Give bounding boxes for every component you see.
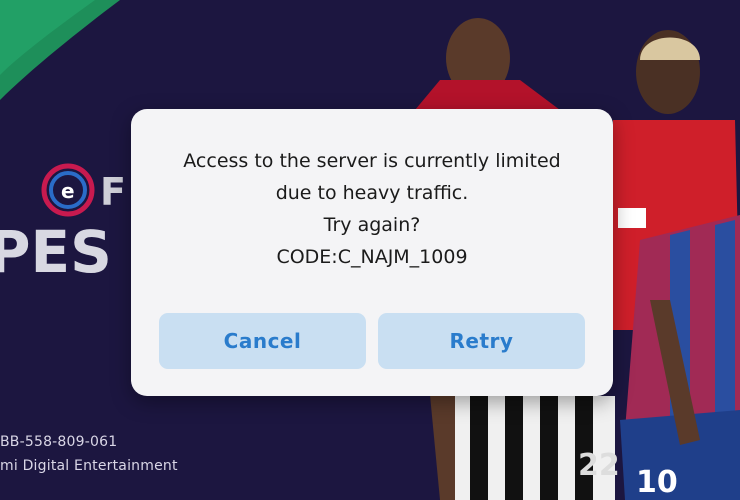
svg-text:e: e	[61, 179, 75, 203]
message-line-2: due to heavy traffic.	[275, 182, 469, 204]
retry-button[interactable]: Retry	[378, 313, 585, 369]
error-code: CODE:C_NAJM_1009	[276, 246, 468, 268]
message-line-3: Try again?	[323, 214, 421, 236]
footer-copyright: mi Digital Entertainment	[0, 458, 178, 474]
svg-text:PES: PES	[0, 218, 112, 280]
efootball-pes-logo: e F PES	[0, 160, 150, 280]
message-line-1: Access to the server is currently limite…	[183, 150, 561, 172]
jersey-number-10: 10	[636, 465, 678, 500]
footer-code: BB-558-809-061	[0, 434, 118, 450]
cancel-button[interactable]: Cancel	[159, 313, 366, 369]
server-limited-dialog: Access to the server is currently limite…	[131, 109, 613, 396]
svg-text:F: F	[100, 170, 126, 214]
jersey-number-22: 22	[578, 448, 620, 483]
dialog-message: Access to the server is currently limite…	[131, 145, 613, 273]
